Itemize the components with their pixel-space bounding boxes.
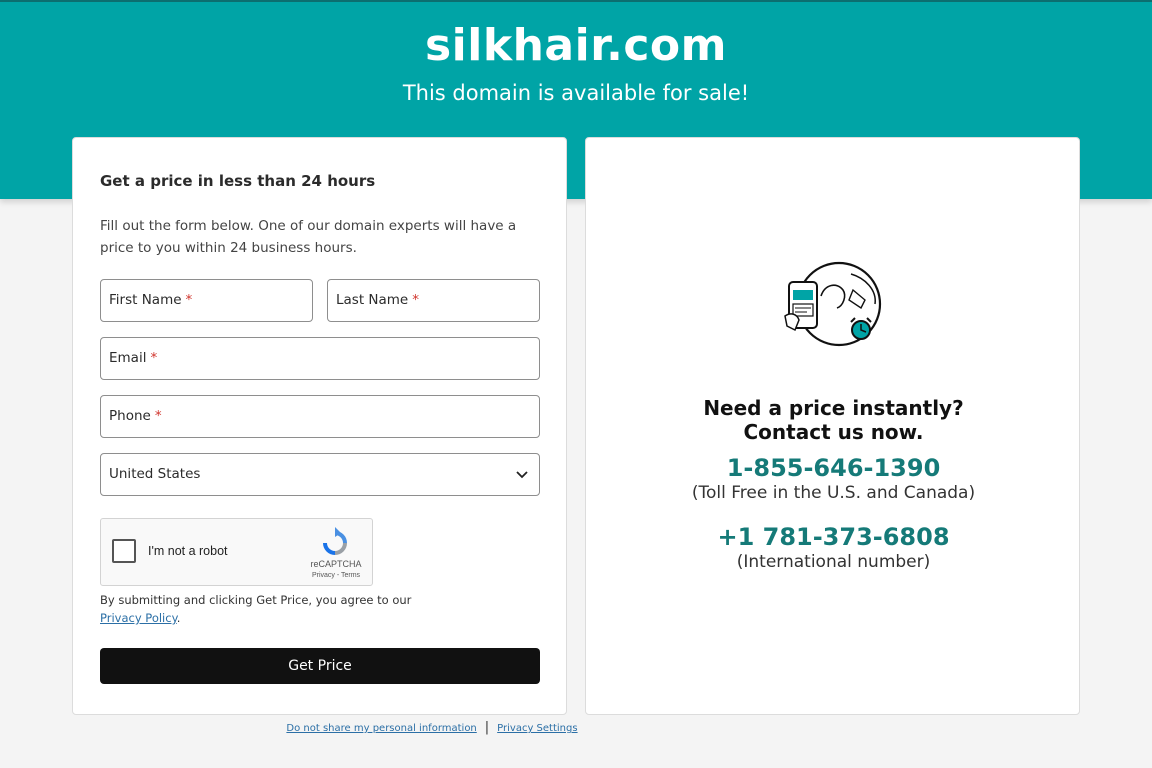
- recaptcha-checkbox[interactable]: [112, 539, 136, 563]
- form-heading: Get a price in less than 24 hours: [100, 172, 376, 190]
- last-name-field[interactable]: Last Name *: [327, 279, 540, 322]
- recaptcha-logo-icon: [323, 527, 347, 555]
- terms-agreement: By submitting and clicking Get Price, yo…: [100, 593, 412, 625]
- email-label: Email *: [109, 350, 158, 366]
- price-request-form-card: Get a price in less than 24 hours Fill o…: [72, 137, 567, 715]
- country-select[interactable]: United States: [100, 453, 540, 496]
- footer-separator: |: [484, 720, 490, 735]
- privacy-policy-link[interactable]: Privacy Policy: [100, 611, 177, 625]
- phone-clock-illustration-icon: [784, 261, 882, 347]
- chevron-down-icon: [516, 471, 528, 479]
- privacy-settings-link[interactable]: Privacy Settings: [497, 723, 577, 734]
- first-name-field[interactable]: First Name *: [100, 279, 313, 322]
- phone-label: Phone *: [109, 408, 162, 424]
- recaptcha-brand: reCAPTCHA: [310, 559, 362, 569]
- required-marker: *: [185, 292, 193, 308]
- tollfree-note: (Toll Free in the U.S. and Canada): [691, 483, 976, 503]
- contact-heading: Need a price instantly? Contact us now.: [703, 396, 964, 444]
- contact-card: Need a price instantly? Contact us now. …: [585, 137, 1080, 715]
- email-field[interactable]: Email *: [100, 337, 540, 380]
- country-selected-value: United States: [109, 466, 201, 482]
- phone-field[interactable]: Phone *: [100, 395, 540, 438]
- international-note: (International number): [736, 552, 931, 572]
- domain-name-title: silkhair.com: [424, 20, 727, 71]
- required-marker: *: [150, 350, 158, 366]
- recaptcha-privacy-terms[interactable]: Privacy - Terms: [301, 572, 371, 579]
- international-phone-number[interactable]: +1 781-373-6808: [586, 523, 1081, 551]
- first-name-label: First Name *: [109, 292, 193, 308]
- last-name-label: Last Name *: [336, 292, 419, 308]
- required-marker: *: [154, 408, 162, 424]
- for-sale-subtitle: This domain is available for sale!: [402, 81, 750, 105]
- do-not-share-link[interactable]: Do not share my personal information: [286, 723, 476, 734]
- recaptcha-label: I'm not a robot: [148, 544, 228, 558]
- form-description: Fill out the form below. One of our doma…: [100, 218, 517, 256]
- recaptcha-widget: I'm not a robot reCAPTCHA Privacy - Term…: [100, 518, 373, 586]
- get-price-button[interactable]: Get Price: [100, 648, 540, 684]
- footer-links: Do not share my personal information | Pri…: [0, 720, 864, 735]
- required-marker: *: [412, 292, 419, 308]
- tollfree-phone-number[interactable]: 1-855-646-1390: [586, 454, 1081, 482]
